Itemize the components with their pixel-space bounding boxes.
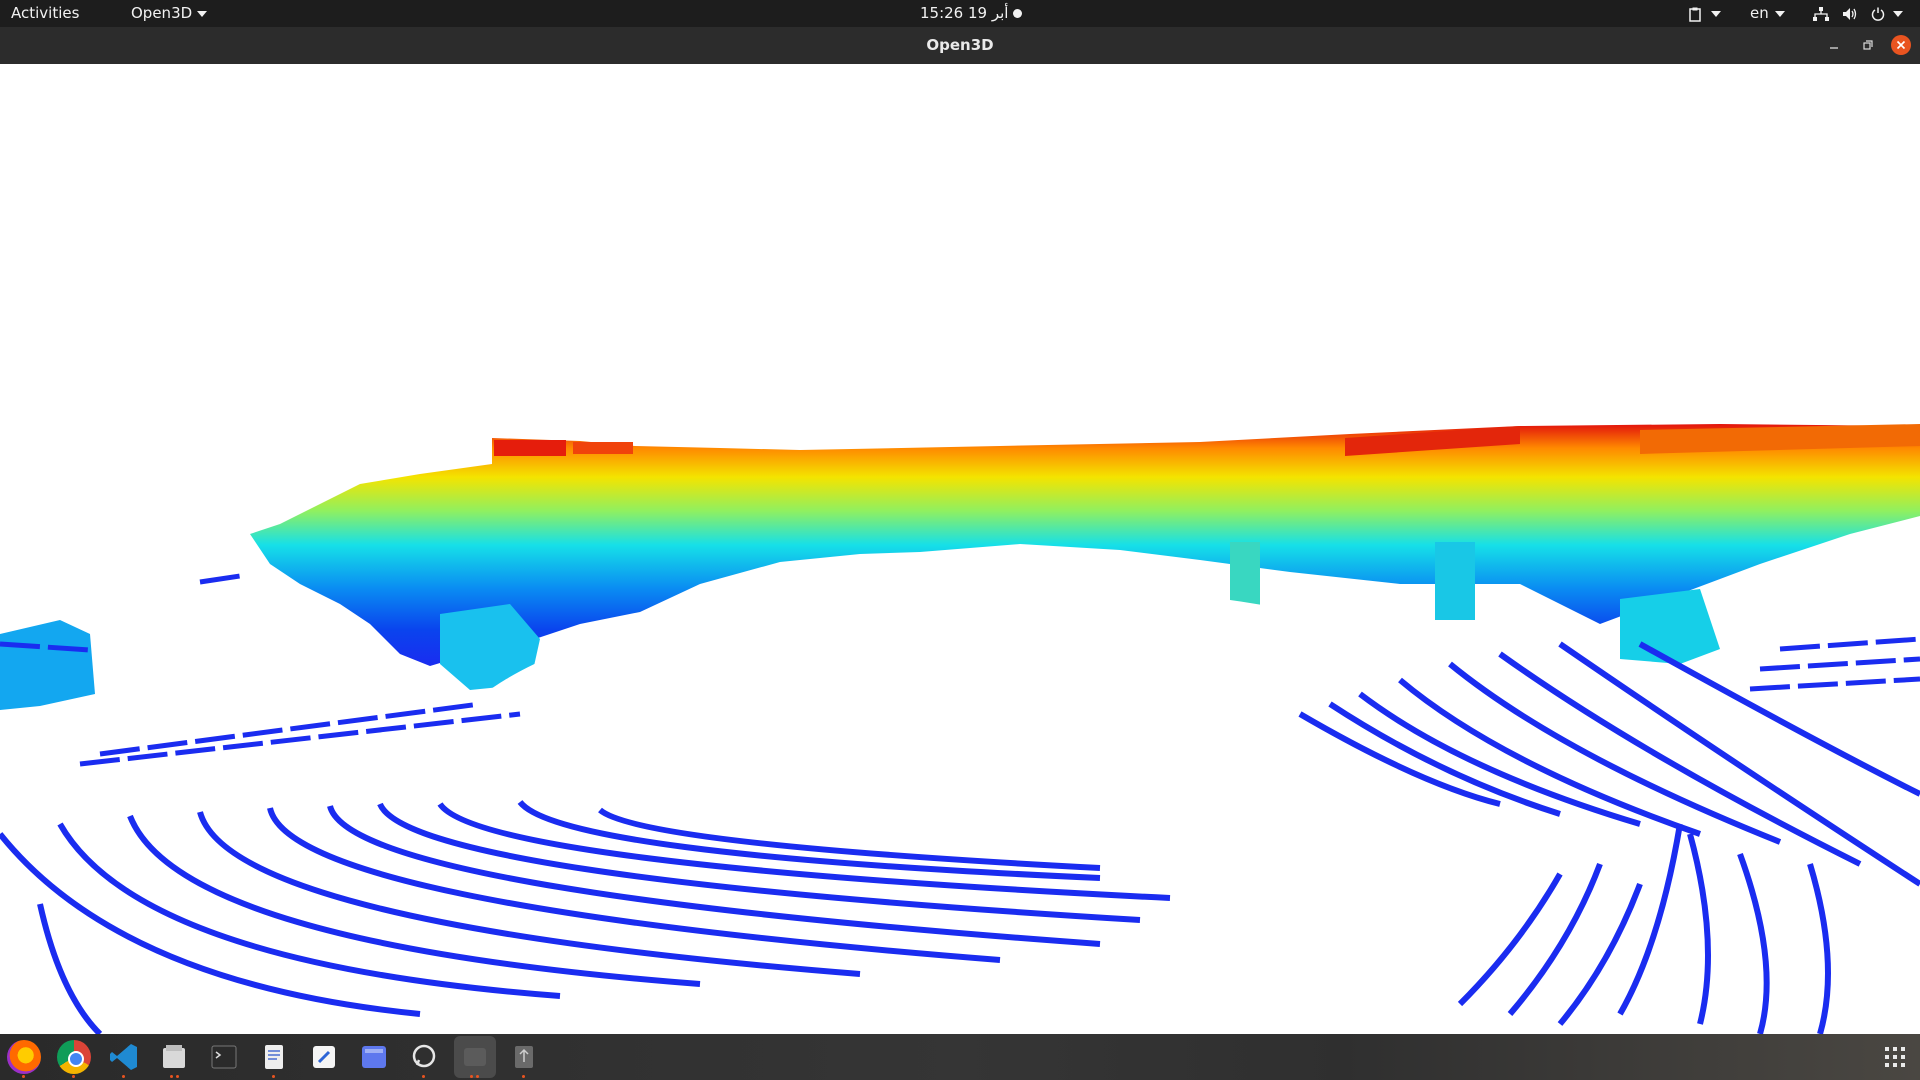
running-indicator [170, 1075, 173, 1078]
window-title: Open3D [926, 36, 994, 54]
vscode-icon[interactable] [107, 1040, 141, 1074]
terminal-window-icon [211, 1045, 237, 1069]
chevron-down-icon [1711, 10, 1721, 17]
minimize-icon [1830, 47, 1838, 49]
files-icon[interactable] [157, 1040, 191, 1074]
running-indicator [522, 1075, 525, 1078]
chevron-down-icon [1892, 10, 1903, 17]
running-indicator [272, 1075, 275, 1078]
document-icon [265, 1045, 283, 1069]
point-cloud[interactable] [0, 64, 1920, 1034]
text-editor-icon[interactable] [257, 1040, 291, 1074]
maximize-button[interactable] [1858, 35, 1878, 55]
language-menu[interactable]: en [1750, 0, 1785, 27]
show-applications-button[interactable] [1883, 1045, 1907, 1069]
open3d-viewport[interactable] [0, 64, 1920, 1034]
clock[interactable]: 15:26 19 أبر [920, 0, 1008, 27]
open3d-app-icon[interactable] [454, 1036, 496, 1078]
running-indicator [72, 1075, 75, 1078]
network-icon [1813, 6, 1829, 21]
speech-bubble-icon [412, 1044, 436, 1068]
car-right [1620, 589, 1720, 664]
minimize-button[interactable] [1824, 35, 1844, 55]
running-indicator [22, 1075, 25, 1078]
notification-dot-icon [1013, 9, 1022, 18]
running-indicator [422, 1075, 425, 1078]
language-label: en [1750, 4, 1769, 22]
usb-drive-icon [515, 1046, 533, 1068]
rooftop-center [573, 442, 633, 454]
screenshot-icon[interactable] [357, 1040, 391, 1074]
app-grid-icon [1885, 1047, 1905, 1067]
app-menu-label: Open3D [131, 4, 193, 22]
chrome-icon[interactable] [57, 1040, 91, 1074]
dock [0, 1034, 1920, 1080]
clipboard-menu-button[interactable] [1687, 0, 1721, 27]
system-menu[interactable] [1813, 0, 1903, 27]
terminal-icon[interactable] [207, 1040, 241, 1074]
generic-app-icon [464, 1048, 486, 1066]
running-indicator [176, 1075, 179, 1078]
window-titlebar[interactable]: Open3D [0, 27, 1920, 65]
frame-object [1435, 542, 1475, 620]
vscode-logo-icon [110, 1044, 137, 1070]
top-bar: Activities Open3D 15:26 19 أبر en [0, 0, 1920, 27]
clipboard-icon [1689, 7, 1701, 22]
window-blue-icon [362, 1046, 386, 1068]
firefox-icon[interactable] [7, 1040, 41, 1074]
app-menu-button[interactable]: Open3D [131, 0, 208, 27]
chat-icon[interactable] [407, 1040, 441, 1074]
folder-icon [163, 1045, 185, 1068]
chevron-down-icon [1774, 10, 1785, 17]
notes-icon[interactable] [307, 1040, 341, 1074]
rooftop-left [494, 440, 566, 456]
chevron-down-icon [197, 10, 208, 17]
restore-icon [1863, 40, 1873, 50]
pencil-icon [313, 1046, 335, 1068]
chrome-center-icon [68, 1051, 84, 1067]
power-icon [1871, 7, 1884, 21]
running-indicator [122, 1075, 125, 1078]
activities-button[interactable]: Activities [11, 0, 79, 27]
car-left [0, 620, 95, 710]
running-indicator [470, 1075, 473, 1078]
running-indicator [476, 1075, 479, 1078]
volume-icon [1842, 7, 1856, 20]
usb-icon[interactable] [507, 1040, 541, 1074]
close-icon [1896, 40, 1906, 50]
close-button[interactable] [1891, 35, 1911, 55]
